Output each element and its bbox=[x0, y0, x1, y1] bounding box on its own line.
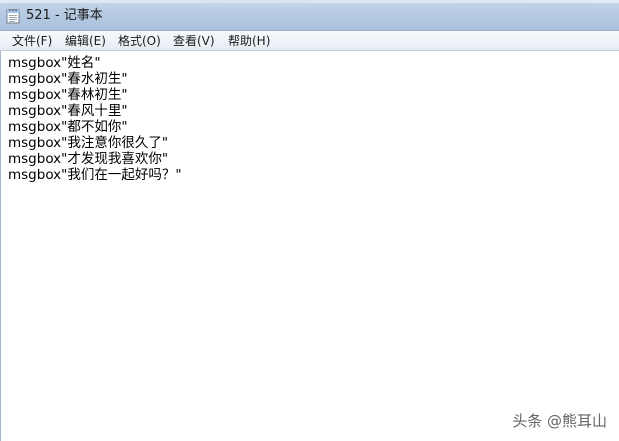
menu-help[interactable]: 帮助(H) bbox=[228, 33, 270, 49]
editor-line: msgbox"姓名" bbox=[8, 55, 101, 71]
editor-line: msgbox"我们在一起好吗？" bbox=[8, 167, 182, 183]
menu-format[interactable]: 格式(O) bbox=[118, 33, 161, 49]
title-bar-highlight bbox=[0, 0, 619, 3]
text-editor-area[interactable]: msgbox"姓名" msgbox"春水初生" msgbox"春林初生" msg… bbox=[0, 51, 619, 441]
menu-edit[interactable]: 编辑(E) bbox=[65, 33, 106, 49]
editor-content: msgbox"姓名" msgbox"春水初生" msgbox"春林初生" msg… bbox=[8, 55, 182, 183]
editor-line: msgbox"我注意你很久了" bbox=[8, 135, 169, 151]
editor-line: msgbox"春水初生" bbox=[8, 71, 128, 87]
menu-bar: 文件(F) 编辑(E) 格式(O) 查看(V) 帮助(H) bbox=[0, 31, 619, 51]
notepad-window: 521 - 记事本 文件(F) 编辑(E) 格式(O) 查看(V) 帮助(H) … bbox=[0, 0, 619, 441]
editor-line: msgbox"春风十里" bbox=[8, 103, 128, 119]
watermark-text: 头条 @熊耳山 bbox=[512, 412, 607, 430]
title-bar[interactable]: 521 - 记事本 bbox=[0, 0, 619, 31]
editor-line: msgbox"都不如你" bbox=[8, 119, 128, 135]
notepad-icon[interactable] bbox=[6, 8, 20, 24]
editor-line: msgbox"才发现我喜欢你" bbox=[8, 151, 169, 167]
menu-view[interactable]: 查看(V) bbox=[173, 33, 215, 49]
editor-line: msgbox"春林初生" bbox=[8, 87, 128, 103]
window-title: 521 - 记事本 bbox=[26, 8, 103, 23]
menu-file[interactable]: 文件(F) bbox=[12, 33, 52, 49]
